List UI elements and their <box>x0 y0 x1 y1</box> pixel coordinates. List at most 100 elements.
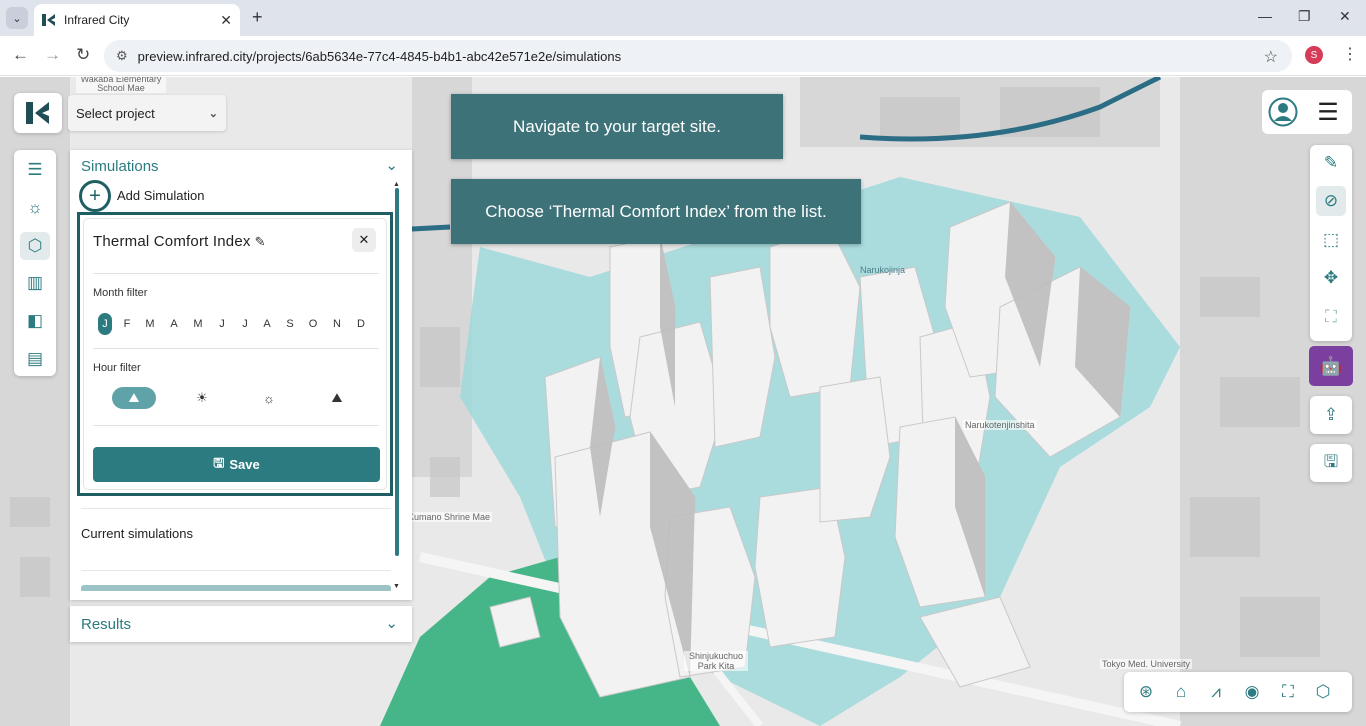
new-tab-icon[interactable]: + <box>252 7 263 28</box>
month-button[interactable]: A <box>167 313 181 335</box>
cube-icon[interactable]: ⬡ <box>20 232 50 260</box>
save-disk-icon[interactable]: 🖫 <box>1310 444 1352 482</box>
project-select[interactable]: Select project ⌄ <box>68 95 226 131</box>
month-button[interactable]: N <box>330 313 344 335</box>
browser-tabbar: ⌄ Infrared City ✕ + — ❐ ✕ <box>0 0 1366 36</box>
user-icon <box>1268 97 1298 127</box>
view-toolbar: ⊛ ⌂ ⩘ ◉ ⛶ ⬡ <box>1124 672 1352 712</box>
add-simulation-label[interactable]: Add Simulation <box>117 188 204 203</box>
app-logo[interactable] <box>14 93 62 133</box>
map-label-park: Shinjukuchuo Park Kita <box>684 651 748 671</box>
map-label-school: Wakaba Elementary School Mae <box>76 77 166 93</box>
month-button[interactable]: J <box>238 313 252 335</box>
simulation-name[interactable]: Thermal Comfort Index ✎ <box>93 233 266 250</box>
compass-icon[interactable]: ⊛ <box>1132 678 1160 706</box>
current-simulations-label: Current simulations <box>81 526 193 541</box>
sun-icon[interactable]: ☼ <box>20 194 50 222</box>
home-icon[interactable]: ⌂ <box>1167 678 1195 706</box>
profile-avatar[interactable]: S <box>1305 46 1323 64</box>
right-toolbar: ✎ ⊘ ⬚ ✥ ⛶ <box>1310 145 1352 341</box>
sun-low-icon[interactable]: ☼ <box>247 387 291 409</box>
month-button[interactable]: M <box>191 313 205 335</box>
chevron-down-icon[interactable]: ⌄ <box>385 156 398 174</box>
simulations-title[interactable]: Simulations <box>81 158 159 175</box>
compare-icon[interactable]: ◧ <box>20 307 50 335</box>
simulation-list-item[interactable] <box>81 585 391 591</box>
restore-icon[interactable]: ❐ <box>1298 8 1311 25</box>
month-button[interactable]: M <box>143 313 157 335</box>
close-form-button[interactable]: ✕ <box>352 228 376 252</box>
plus-icon: + <box>89 184 101 207</box>
month-button[interactable]: A <box>260 313 274 335</box>
month-filter-label: Month filter <box>93 287 148 299</box>
instruction-step-2: Choose ‘Thermal Comfort Index’ from the … <box>451 179 861 244</box>
tab-list-button[interactable]: ⌄ <box>6 7 28 29</box>
panel-scrollbar[interactable] <box>395 188 399 556</box>
browser-tab[interactable]: Infrared City ✕ <box>34 4 240 36</box>
address-bar: ← → ↻ ⚙ preview.infrared.city/projects/6… <box>0 36 1366 76</box>
month-button[interactable]: O <box>306 313 320 335</box>
instruction-step-1: Navigate to your target site. <box>451 94 783 159</box>
sunrise-icon[interactable]: ⛰ <box>112 387 156 409</box>
sunset-icon[interactable]: ⛰ <box>315 387 359 409</box>
map-label-narukojinja: Narukojinja <box>860 265 906 275</box>
divider <box>81 570 391 571</box>
minimize-icon[interactable]: — <box>1258 8 1272 24</box>
add-simulation-button[interactable]: + <box>79 180 111 212</box>
divider <box>81 508 391 509</box>
scroll-down-icon[interactable]: ▼ <box>393 583 400 590</box>
report-icon[interactable]: ▤ <box>20 345 50 373</box>
month-button[interactable]: J <box>98 313 112 335</box>
layers-icon[interactable]: ▥ <box>20 269 50 297</box>
month-button[interactable]: J <box>215 313 229 335</box>
sun-high-icon[interactable]: ☀ <box>180 387 224 409</box>
upload-icon[interactable]: ⇪ <box>1310 396 1352 434</box>
hamburger-menu-icon[interactable]: ☰ <box>1304 90 1352 134</box>
3d-cube-icon[interactable]: ⬡ <box>1309 678 1337 706</box>
back-icon[interactable]: ← <box>12 45 29 65</box>
user-account-button[interactable] <box>1262 90 1304 134</box>
simulation-form: Thermal Comfort Index ✎ ✕ Month filter J … <box>83 218 387 490</box>
simulations-panel: Simulations ⌄ + Add Simulation ▲ ▼ Therm… <box>70 150 412 600</box>
left-toolbar: ☰ ☼ ⬡ ▥ ◧ ▤ <box>14 150 56 376</box>
select-area-icon[interactable]: ⬚ <box>1316 225 1346 255</box>
infrared-favicon-icon <box>42 14 55 26</box>
save-label: Save <box>229 457 260 472</box>
eye-icon[interactable]: ◉ <box>1238 678 1266 706</box>
omnibox[interactable]: ⚙ preview.infrared.city/projects/6ab5634… <box>104 40 1292 72</box>
month-button[interactable]: S <box>283 313 297 335</box>
map-label-shrine: Kumano Shrine Mae <box>406 512 493 522</box>
save-button[interactable]: 🖫 Save <box>93 447 380 482</box>
browser-menu-icon[interactable]: ⋮ <box>1342 44 1358 64</box>
fit-screen-icon[interactable]: ⛶ <box>1274 678 1302 706</box>
forward-icon[interactable]: → <box>44 45 61 65</box>
results-panel[interactable]: Results ⌄ <box>70 606 412 642</box>
settings-sliders-icon[interactable]: ☰ <box>20 156 50 184</box>
move-icon[interactable]: ✥ <box>1316 263 1346 293</box>
infrared-logo-icon <box>26 102 49 124</box>
simulation-name-text: Thermal Comfort Index <box>93 233 251 250</box>
close-icon: ✕ <box>358 232 370 247</box>
close-tab-icon[interactable]: ✕ <box>220 12 232 29</box>
map-label-narukotenjinshita: Narukotenjinshita <box>963 420 1037 430</box>
focus-icon[interactable]: ⛶ <box>1316 302 1346 332</box>
simulation-form-highlight: Thermal Comfort Index ✎ ✕ Month filter J … <box>77 212 393 496</box>
site-info-icon[interactable]: ⚙ <box>116 48 128 64</box>
ai-assistant-robot-icon[interactable]: 🤖 <box>1309 346 1353 386</box>
hour-filter: ⛰ ☀ ☼ ⛰ <box>112 387 362 411</box>
bookmark-star-icon[interactable]: ☆ <box>1264 47 1278 67</box>
location-off-icon[interactable]: ⊘ <box>1316 186 1346 216</box>
tab-title: Infrared City <box>64 13 130 27</box>
measure-icon[interactable]: ⩘ <box>1202 678 1230 706</box>
pencil-draw-icon[interactable]: ✎ <box>1316 148 1346 178</box>
scroll-up-icon[interactable]: ▲ <box>393 181 400 188</box>
url-text[interactable]: preview.infrared.city/projects/6ab5634e-… <box>138 49 621 64</box>
close-window-icon[interactable]: ✕ <box>1339 8 1351 25</box>
month-button[interactable]: D <box>354 313 368 335</box>
hour-filter-label: Hour filter <box>93 362 141 374</box>
save-icon: 🖫 <box>213 454 225 470</box>
chevron-down-icon: ⌄ <box>208 107 218 120</box>
pencil-icon[interactable]: ✎ <box>255 234 266 249</box>
month-button[interactable]: F <box>120 313 134 335</box>
reload-icon[interactable]: ↻ <box>76 45 90 65</box>
